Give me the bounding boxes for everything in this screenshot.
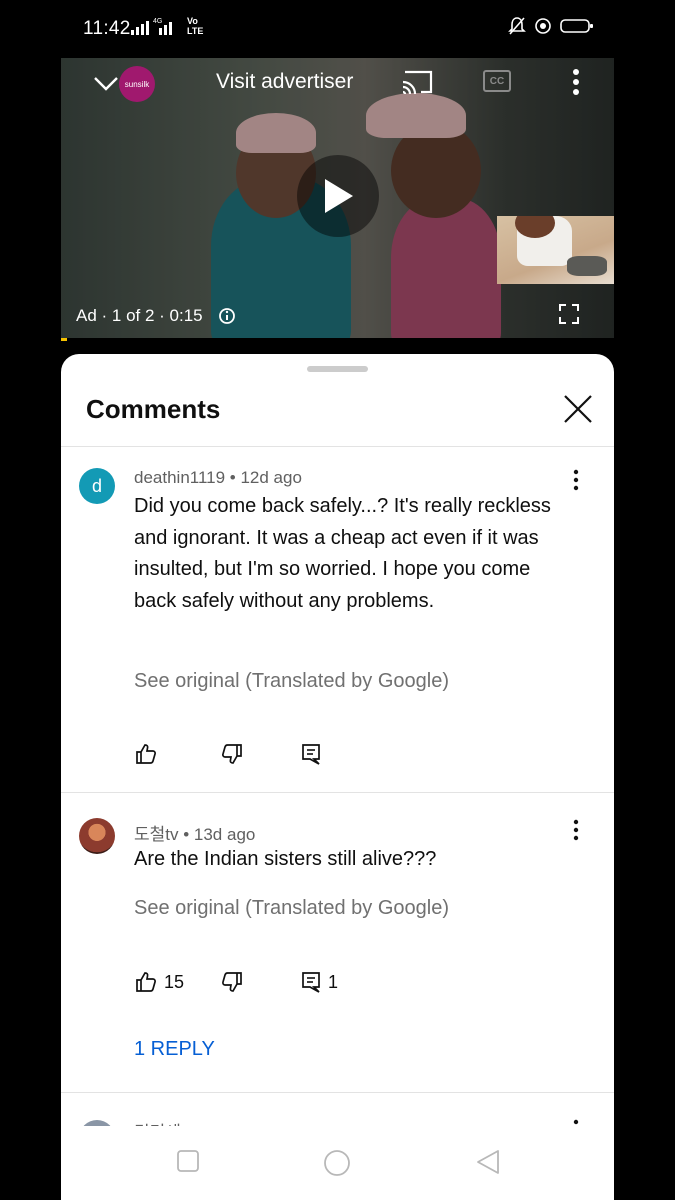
comment-divider xyxy=(61,792,614,793)
avatar-letter: d xyxy=(91,475,102,496)
home-icon[interactable] xyxy=(322,1148,352,1178)
sheet-divider xyxy=(61,446,614,447)
comment-item: 도철tv • 13d ago Are the Indian sisters st… xyxy=(61,804,614,1094)
close-icon[interactable] xyxy=(561,392,595,426)
avatar[interactable] xyxy=(79,818,115,854)
cast-icon[interactable] xyxy=(401,68,435,96)
reply-button[interactable] xyxy=(300,742,322,766)
companion-ad-thumbnail[interactable] xyxy=(497,216,614,284)
video-progress-bar[interactable] xyxy=(61,338,614,350)
volte-label: Vo LTE xyxy=(187,16,204,36)
like-count: 15 xyxy=(164,971,185,992)
recent-apps-icon[interactable] xyxy=(175,1148,201,1174)
play-icon xyxy=(325,179,353,213)
advertiser-avatar-text: sunsilk xyxy=(124,79,150,89)
comment-actions: 15 1 xyxy=(134,970,454,998)
comment-actions xyxy=(134,742,434,770)
comment-meta: deathin1119 • 12d ago xyxy=(134,468,302,487)
comments-sheet: Comments d deathin1119 • 12d ago Did you… xyxy=(61,354,614,1200)
reply-button[interactable]: 1 xyxy=(300,970,338,994)
thumbs-up-icon xyxy=(136,972,156,992)
captions-label: CC xyxy=(489,75,505,87)
comment-item: d deathin1119 • 12d ago Did you come bac… xyxy=(61,454,614,790)
mute-notification-icon xyxy=(508,17,526,35)
like-button[interactable]: 15 xyxy=(134,970,184,994)
comment-text: Did you come back safely...? It's really… xyxy=(134,495,551,612)
thumbs-down-icon xyxy=(222,972,242,992)
system-navigation-bar xyxy=(61,1126,614,1200)
comment-reply-icon xyxy=(302,972,320,993)
comment-more-icon[interactable] xyxy=(566,818,586,842)
reply-count: 1 xyxy=(328,971,339,992)
comment-divider xyxy=(61,1092,614,1093)
back-icon[interactable] xyxy=(474,1148,502,1176)
ad-info-label: Ad · 1 of 2 · 0:15 xyxy=(76,306,203,325)
dislike-button[interactable] xyxy=(220,742,244,766)
comment-text: Are the Indian sisters still alive??? xyxy=(134,848,437,870)
thumbs-down-icon xyxy=(222,744,242,764)
status-icons xyxy=(508,16,594,36)
collapse-chevron-icon[interactable] xyxy=(91,68,121,98)
thumbnail-object xyxy=(567,256,607,276)
avatar[interactable]: d xyxy=(79,468,115,504)
fullscreen-icon[interactable] xyxy=(557,302,581,326)
phone-screen: 11:42 4G Vo LTE sunsilk Visit advertiser… xyxy=(61,0,614,1200)
status-time: 11:42 xyxy=(83,18,131,39)
signal-4g-label: 4G xyxy=(153,18,162,25)
info-icon[interactable] xyxy=(218,307,236,325)
play-button[interactable] xyxy=(297,155,379,237)
video-player[interactable]: sunsilk Visit advertiser CC Ad · 1 of 2 … xyxy=(61,58,614,338)
data-saver-icon xyxy=(535,18,551,34)
comment-more-icon[interactable] xyxy=(566,468,586,492)
sheet-drag-handle[interactable] xyxy=(307,366,368,372)
view-replies-link[interactable]: 1 REPLY xyxy=(134,1038,215,1061)
captions-button[interactable]: CC xyxy=(483,70,511,92)
comment-reply-icon xyxy=(302,744,320,765)
battery-icon xyxy=(560,19,593,33)
see-original-link[interactable]: See original (Translated by Google) xyxy=(134,897,449,920)
comments-title: Comments xyxy=(86,394,221,424)
visit-advertiser-link[interactable]: Visit advertiser xyxy=(216,70,353,94)
like-button[interactable] xyxy=(134,742,158,766)
more-options-icon[interactable] xyxy=(566,66,586,98)
status-bar: 11:42 4G Vo LTE xyxy=(61,0,614,58)
video-progress-fill xyxy=(61,338,67,341)
see-original-link[interactable]: See original (Translated by Google) xyxy=(134,670,449,693)
thumbs-up-icon xyxy=(136,744,156,764)
advertiser-avatar[interactable]: sunsilk xyxy=(119,66,155,102)
comment-meta: 도철tv • 13d ago xyxy=(134,825,256,844)
dislike-button[interactable] xyxy=(220,970,244,994)
